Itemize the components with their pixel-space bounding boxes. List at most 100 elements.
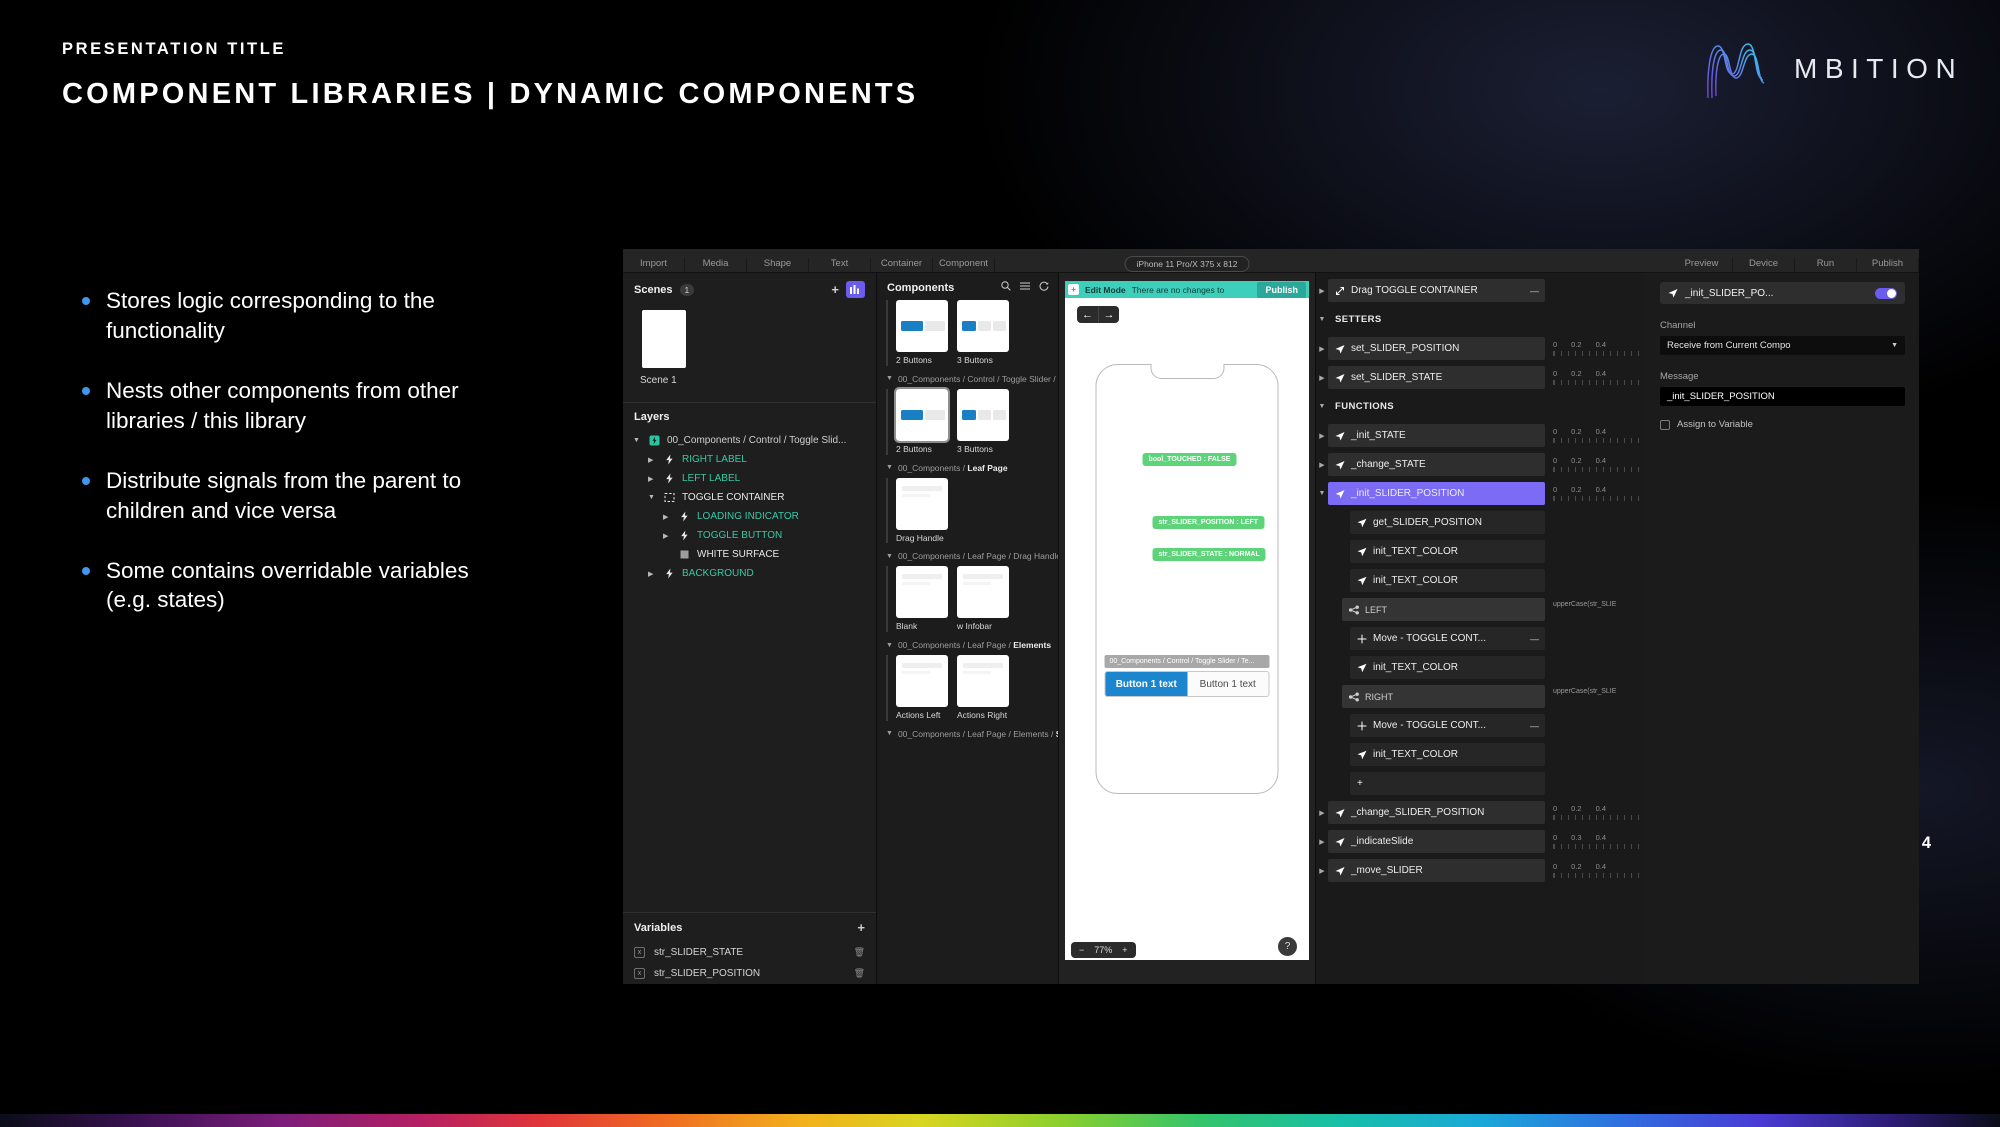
toolbar-item-component[interactable]: Component <box>933 258 995 272</box>
help-button[interactable]: ? <box>1278 937 1297 956</box>
logic-row[interactable]: init_TEXT_COLOR <box>1316 656 1645 679</box>
component-card[interactable]: Actions Right <box>957 655 1009 721</box>
chevron-right-icon[interactable]: ▶ <box>1316 432 1328 440</box>
logic-row-body[interactable]: set_SLIDER_STATE <box>1328 366 1545 389</box>
timeline-track[interactable]: 0 0.2 0.4 <box>1553 366 1645 389</box>
layer-item[interactable]: WHITE SURFACE <box>623 545 876 564</box>
logic-row-body[interactable]: init_TEXT_COLOR <box>1350 656 1545 679</box>
logic-row-body[interactable]: Move - TOGGLE CONT... — <box>1350 627 1545 650</box>
component-thumbnail[interactable] <box>957 300 1009 352</box>
logic-row[interactable]: Move - TOGGLE CONT... — <box>1316 714 1645 737</box>
layer-item[interactable]: ▶ LOADING INDICATOR <box>623 507 876 526</box>
logic-row[interactable]: ▶ _change_STATE 0 0.2 0.4 <box>1316 453 1645 476</box>
variable-row[interactable]: x str_SLIDER_STATE 🗑 <box>623 942 876 963</box>
logic-row[interactable]: RIGHT upperCase(str_SLIE <box>1316 685 1645 708</box>
logic-row[interactable]: ▶ _indicateSlide 0 0.3 0.4 <box>1316 830 1645 853</box>
chevron-down-icon[interactable]: ▼ <box>886 642 893 649</box>
toolbar-item-container[interactable]: Container <box>871 258 933 272</box>
logic-row-body[interactable]: _change_STATE <box>1328 453 1545 476</box>
toolbar-item-shape[interactable]: Shape <box>747 258 809 272</box>
component-card[interactable]: Actions Left <box>896 655 948 721</box>
refresh-icon[interactable] <box>1039 281 1049 294</box>
layer-item[interactable]: ▼ TOGGLE CONTAINER <box>623 488 876 507</box>
logic-row-body[interactable]: get_SLIDER_POSITION <box>1350 511 1545 534</box>
chevron-right-icon[interactable]: ▶ <box>1316 345 1328 353</box>
timeline-track[interactable] <box>1553 743 1645 766</box>
toolbar-item-publish[interactable]: Publish <box>1857 258 1919 272</box>
toggle-option-right[interactable]: Button 1 text <box>1187 672 1269 696</box>
logic-row[interactable]: ▼ _init_SLIDER_POSITION 0 0.2 0.4 <box>1316 482 1645 505</box>
chevron-right-icon[interactable]: ▶ <box>1316 287 1328 295</box>
chevron-down-icon[interactable]: ▼ <box>648 494 657 501</box>
chevron-down-icon[interactable]: ▼ <box>1891 342 1898 349</box>
timeline-track[interactable] <box>1553 569 1645 592</box>
timeline-track[interactable]: 0 0.2 0.4 <box>1553 482 1645 505</box>
logic-row-body[interactable]: _init_SLIDER_POSITION <box>1328 482 1545 505</box>
timeline-track[interactable] <box>1553 627 1645 650</box>
logic-row[interactable]: Move - TOGGLE CONT... — <box>1316 627 1645 650</box>
component-group-path[interactable]: ▼ 00_Components / Leaf Page / Elements / … <box>886 721 1058 744</box>
chevron-right-icon[interactable]: ▶ <box>663 532 672 540</box>
add-scene-button[interactable]: + <box>831 283 839 296</box>
logic-row-body[interactable]: FUNCTIONS <box>1328 395 1545 418</box>
logic-header-node[interactable]: ▶ Drag TOGGLE CONTAINER — <box>1316 279 1645 302</box>
logic-row-body[interactable]: SETTERS <box>1328 308 1545 331</box>
timeline-track[interactable]: 0 0.2 0.4 <box>1553 859 1645 882</box>
enable-toggle[interactable] <box>1875 287 1897 299</box>
canvas-stage[interactable]: ← → bool_TOUCHED : FALSE str_SLIDER_POSI… <box>1065 298 1309 960</box>
logic-row[interactable]: ▶ set_SLIDER_POSITION 0 0.2 0.4 <box>1316 337 1645 360</box>
logic-row[interactable]: + <box>1316 772 1645 795</box>
component-group-path[interactable]: ▼ 00_Components / Leaf Page / Elements <box>886 632 1058 655</box>
logic-row[interactable]: init_TEXT_COLOR <box>1316 569 1645 592</box>
publish-button[interactable]: Publish <box>1257 281 1306 298</box>
logic-row-body[interactable]: + <box>1350 772 1545 795</box>
logic-row[interactable]: ▼ FUNCTIONS <box>1316 395 1645 418</box>
chevron-right-icon[interactable]: ▶ <box>1316 461 1328 469</box>
component-group-path[interactable]: ▼ 00_Components / Leaf Page / Drag Handle… <box>886 543 1058 566</box>
component-thumbnail[interactable] <box>896 566 948 619</box>
logic-row-body[interactable]: Move - TOGGLE CONT... — <box>1350 714 1545 737</box>
message-input[interactable]: _init_SLIDER_POSITION <box>1660 387 1905 406</box>
chevron-down-icon[interactable]: ▼ <box>633 437 642 444</box>
device-size-label[interactable]: iPhone 11 Pro/X 375 x 812 <box>1124 256 1250 272</box>
property-node-header[interactable]: _init_SLIDER_PO... <box>1660 282 1905 304</box>
logic-row-body[interactable]: _indicateSlide <box>1328 830 1545 853</box>
logic-row[interactable]: LEFT upperCase(str_SLIE <box>1316 598 1645 621</box>
logic-row-body[interactable]: _change_SLIDER_POSITION <box>1328 801 1545 824</box>
toolbar-item-run[interactable]: Run <box>1795 258 1857 272</box>
chevron-down-icon[interactable]: ▼ <box>886 553 893 560</box>
delete-icon[interactable]: 🗑 <box>854 968 865 979</box>
logic-row-body[interactable]: init_TEXT_COLOR <box>1350 569 1545 592</box>
logic-row[interactable]: init_TEXT_COLOR <box>1316 540 1645 563</box>
timeline-track[interactable]: 0 0.2 0.4 <box>1553 801 1645 824</box>
logic-row-body[interactable]: _init_STATE <box>1328 424 1545 447</box>
timeline-track[interactable]: 0 0.2 0.4 <box>1553 453 1645 476</box>
layer-item[interactable]: ▶ BACKGROUND <box>623 564 876 583</box>
component-group-path[interactable]: ▼ 00_Components / Control / Toggle Slider… <box>886 366 1058 389</box>
component-card[interactable]: 2 Buttons <box>894 386 950 455</box>
chevron-down-icon[interactable]: ▼ <box>886 730 893 737</box>
component-thumbnail[interactable] <box>894 386 950 443</box>
chevron-right-icon[interactable]: ▶ <box>1316 867 1328 875</box>
toolbar-item-text[interactable]: Text <box>809 258 871 272</box>
variable-row[interactable]: x str_SLIDER_POSITION 🗑 <box>623 963 876 984</box>
zoom-in-button[interactable]: + <box>1122 945 1127 955</box>
component-thumbnail[interactable] <box>957 388 1009 441</box>
logic-row[interactable]: ▶ _move_SLIDER 0 0.2 0.4 <box>1316 859 1645 882</box>
logic-row-body[interactable]: set_SLIDER_POSITION <box>1328 337 1545 360</box>
search-icon[interactable] <box>1001 281 1011 294</box>
list-icon[interactable] <box>1020 281 1030 294</box>
toolbar-item-preview[interactable]: Preview <box>1671 258 1733 272</box>
scenes-grid-view-icon[interactable] <box>846 281 865 298</box>
component-thumbnail[interactable] <box>896 655 948 708</box>
timeline-track[interactable] <box>1553 540 1645 563</box>
logic-row[interactable]: init_TEXT_COLOR <box>1316 743 1645 766</box>
scene-thumbnail[interactable] <box>642 310 686 368</box>
component-thumbnail[interactable] <box>957 566 1009 619</box>
logic-row[interactable]: get_SLIDER_POSITION <box>1316 511 1645 534</box>
assign-to-variable-checkbox[interactable]: Assign to Variable <box>1660 419 1905 430</box>
timeline-track[interactable]: 0 0.3 0.4 <box>1553 830 1645 853</box>
component-card[interactable]: w Infobar <box>957 566 1009 632</box>
layer-item[interactable]: ▶ RIGHT LABEL <box>623 450 876 469</box>
toggle-slider-preview[interactable]: Button 1 text Button 1 text <box>1104 671 1270 697</box>
